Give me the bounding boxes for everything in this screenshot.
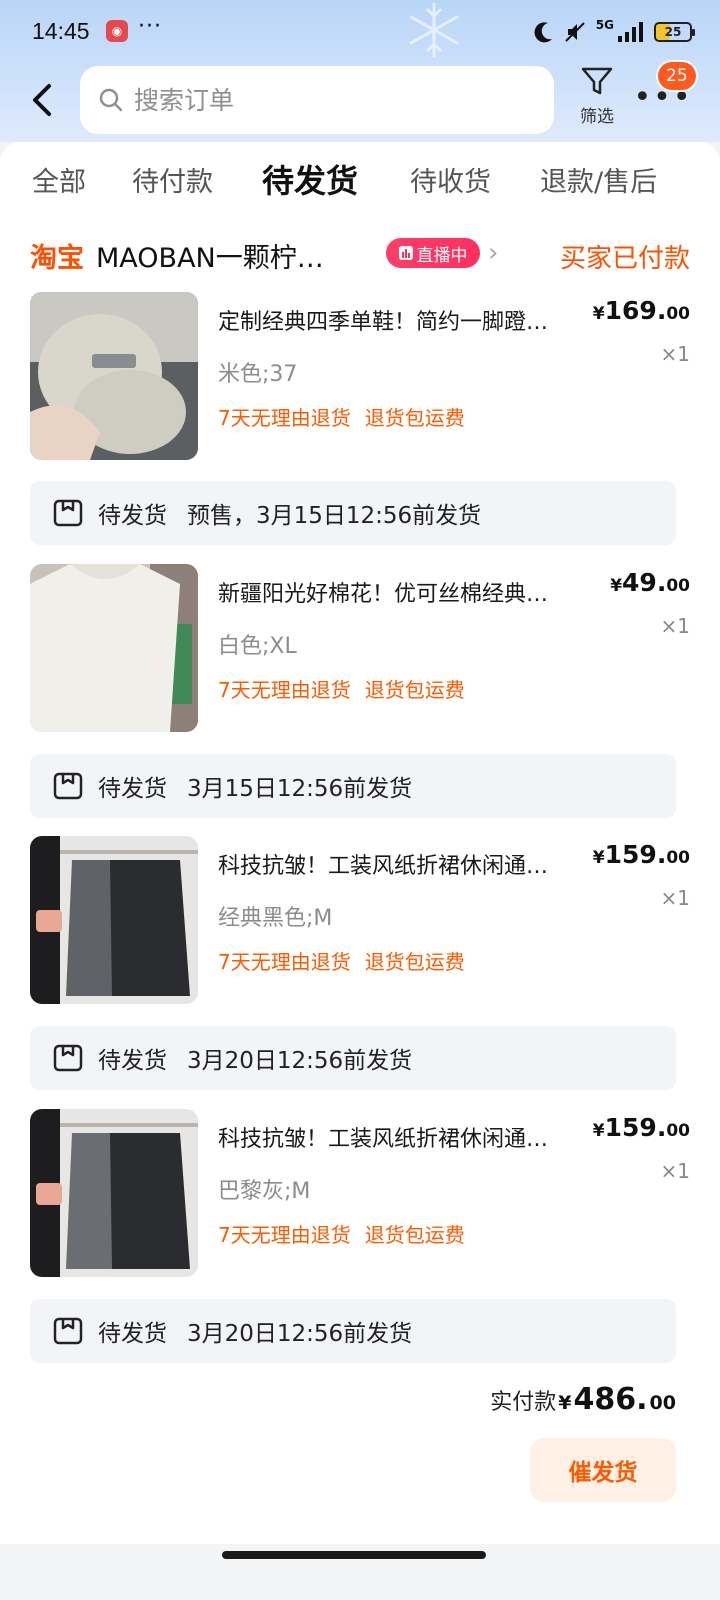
tab-pending-receipt[interactable]: 待收货 bbox=[410, 160, 491, 199]
package-icon bbox=[53, 1044, 83, 1072]
item-variant: 巴黎灰;M bbox=[218, 1179, 311, 1204]
shop-name[interactable]: MAOBAN一颗柠… bbox=[96, 236, 324, 275]
network-label: 5G bbox=[595, 18, 614, 32]
total-paid: 实付款 ¥ 486. 00 bbox=[490, 1382, 676, 1417]
order-item[interactable]: 科技抗皱！工装风纸折裙休闲通… ¥159.00 ×1 经典黑色;M 7天无理由退… bbox=[30, 836, 690, 1004]
live-label: 直播中 bbox=[416, 245, 468, 266]
item-variant: 经典黑色;M bbox=[218, 906, 333, 931]
item-quantity: ×1 bbox=[660, 1159, 690, 1183]
shop-row[interactable]: 淘宝 MAOBAN一颗柠… 直播中 › 买家已付款 bbox=[30, 234, 690, 274]
shipping-status-bar[interactable]: 待发货 3月20日12:56前发货 bbox=[30, 1026, 676, 1090]
status-time: 14:45 bbox=[32, 18, 90, 44]
chevron-right-icon: › bbox=[488, 238, 499, 268]
product-image[interactable] bbox=[30, 1109, 198, 1277]
item-price: ¥49.00 bbox=[610, 568, 690, 597]
item-tags: 7天无理由退货 退货包运费 bbox=[218, 402, 465, 431]
package-icon bbox=[53, 499, 83, 527]
product-image[interactable] bbox=[30, 836, 198, 1004]
ship-deadline: 3月20日12:56前发货 bbox=[187, 1048, 413, 1074]
order-item[interactable]: 新疆阳光好棉花！优可丝棉经典… ¥49.00 ×1 白色;XL 7天无理由退货 … bbox=[30, 564, 690, 732]
search-icon bbox=[99, 88, 123, 112]
order-item[interactable]: 定制经典四季单鞋！简约一脚蹬… ¥169.00 ×1 米色;37 7天无理由退货… bbox=[30, 292, 690, 460]
shipping-status-bar[interactable]: 待发货 3月15日12:56前发货 bbox=[30, 754, 676, 818]
signal-icon bbox=[618, 22, 643, 42]
product-image[interactable] bbox=[30, 292, 198, 460]
item-tags: 7天无理由退货 退货包运费 bbox=[218, 1219, 465, 1248]
total-amount: 486. bbox=[573, 1382, 648, 1417]
tab-pending-shipment[interactable]: 待发货 bbox=[262, 156, 358, 202]
status-more-icon: ··· bbox=[138, 14, 162, 39]
mute-icon bbox=[565, 22, 585, 42]
ship-status: 待发货 bbox=[98, 503, 167, 529]
home-indicator[interactable] bbox=[222, 1551, 486, 1559]
filter-icon bbox=[581, 67, 613, 95]
ship-status: 待发货 bbox=[98, 1321, 167, 1347]
tag-7day-return: 7天无理由退货 bbox=[218, 678, 351, 702]
item-title[interactable]: 定制经典四季单鞋！简约一脚蹬… bbox=[218, 304, 588, 336]
taobao-logo: 淘宝 bbox=[30, 243, 84, 274]
package-icon bbox=[53, 1317, 83, 1345]
order-tabs: 全部 待付款 待发货 待收货 退款/售后 bbox=[0, 142, 720, 222]
total-label: 实付款 bbox=[490, 1390, 557, 1415]
tag-free-return-shipping: 退货包运费 bbox=[364, 950, 465, 974]
shipping-status-bar[interactable]: 待发货 3月20日12:56前发货 bbox=[30, 1299, 676, 1363]
item-title[interactable]: 科技抗皱！工装风纸折裙休闲通… bbox=[218, 1121, 588, 1153]
ship-deadline: 3月15日12:56前发货 bbox=[187, 776, 413, 802]
item-title[interactable]: 科技抗皱！工装风纸折裙休闲通… bbox=[218, 848, 588, 880]
ship-status: 待发货 bbox=[98, 776, 167, 802]
ship-deadline: 预售，3月15日12:56前发货 bbox=[187, 503, 482, 529]
ship-deadline: 3月20日12:56前发货 bbox=[187, 1321, 413, 1347]
filter-label: 筛选 bbox=[580, 107, 614, 127]
tag-free-return-shipping: 退货包运费 bbox=[364, 406, 465, 430]
tag-7day-return: 7天无理由退货 bbox=[218, 1223, 351, 1247]
ship-status: 待发货 bbox=[98, 1048, 167, 1074]
app-notification-icon: ◉ bbox=[106, 20, 128, 42]
item-quantity: ×1 bbox=[660, 342, 690, 366]
search-input[interactable] bbox=[134, 85, 534, 115]
filter-button[interactable]: 筛选 bbox=[572, 64, 622, 134]
tag-7day-return: 7天无理由退货 bbox=[218, 950, 351, 974]
battery-icon: 25 bbox=[654, 22, 695, 42]
tab-refund-aftersale[interactable]: 退款/售后 bbox=[540, 160, 657, 199]
snowflake-icon bbox=[409, 2, 459, 58]
item-variant: 白色;XL bbox=[218, 634, 297, 659]
live-badge[interactable]: 直播中 bbox=[386, 238, 480, 268]
tag-7day-return: 7天无理由退货 bbox=[218, 406, 351, 430]
total-cents: 00 bbox=[649, 1392, 676, 1414]
item-variant: 米色;37 bbox=[218, 362, 298, 387]
message-badge: 25 bbox=[656, 60, 698, 92]
item-tags: 7天无理由退货 退货包运费 bbox=[218, 674, 465, 703]
total-currency: ¥ bbox=[558, 1392, 572, 1414]
chevron-left-icon bbox=[33, 84, 51, 116]
search-box[interactable] bbox=[80, 66, 554, 134]
item-price: ¥169.00 bbox=[592, 296, 690, 325]
order-item[interactable]: 科技抗皱！工装风纸折裙休闲通… ¥159.00 ×1 巴黎灰;M 7天无理由退货… bbox=[30, 1109, 690, 1277]
tab-all[interactable]: 全部 bbox=[32, 160, 86, 199]
item-title[interactable]: 新疆阳光好棉花！优可丝棉经典… bbox=[218, 576, 588, 608]
item-quantity: ×1 bbox=[660, 886, 690, 910]
item-price: ¥159.00 bbox=[592, 1113, 690, 1142]
moon-icon bbox=[534, 22, 552, 43]
item-tags: 7天无理由退货 退货包运费 bbox=[218, 946, 465, 975]
product-image[interactable] bbox=[30, 564, 198, 732]
status-bar: 14:45 ◉ ··· 5G 25 bbox=[0, 0, 720, 64]
shipping-status-bar[interactable]: 待发货 预售，3月15日12:56前发货 bbox=[30, 481, 676, 545]
order-status: 买家已付款 bbox=[559, 244, 690, 274]
order-card[interactable]: 淘宝 MAOBAN一颗柠… 直播中 › 买家已付款 定制经典四季单鞋！简约一脚蹬… bbox=[0, 222, 720, 1544]
live-bars-icon bbox=[398, 246, 413, 260]
urge-shipment-button[interactable]: 催发货 bbox=[530, 1438, 676, 1502]
back-button[interactable] bbox=[22, 78, 62, 122]
status-right-icons: 5G 25 bbox=[534, 18, 695, 46]
tag-free-return-shipping: 退货包运费 bbox=[364, 1223, 465, 1247]
tab-pending-payment[interactable]: 待付款 bbox=[132, 160, 213, 199]
item-price: ¥159.00 bbox=[592, 840, 690, 869]
package-icon bbox=[53, 772, 83, 800]
tag-free-return-shipping: 退货包运费 bbox=[364, 678, 465, 702]
top-header: 14:45 ◉ ··· 5G 25 搜索订单 筛选 ••• 25 bbox=[0, 0, 720, 142]
item-quantity: ×1 bbox=[660, 614, 690, 638]
